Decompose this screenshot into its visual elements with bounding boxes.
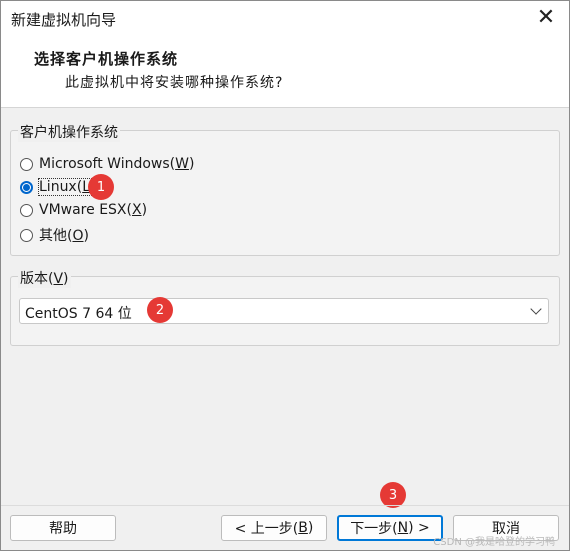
new-vm-wizard-window: 新建虚拟机向导 ✕ 选择客户机操作系统 此虚拟机中将安装哪种操作系统? 客户机操…: [0, 0, 570, 551]
version-group-label: 版本(V): [18, 268, 71, 288]
footer-divider: [1, 505, 569, 506]
annotation-marker-1: 1: [88, 174, 114, 200]
radio-microsoft-windows[interactable]: Microsoft Windows(W): [20, 156, 194, 172]
radio-button-icon[interactable]: [20, 228, 33, 242]
guest-os-group-label: 客户机操作系统: [18, 122, 120, 142]
title-bar: 新建虚拟机向导 ✕: [1, 1, 569, 35]
wizard-header: 选择客户机操作系统 此虚拟机中将安装哪种操作系统?: [1, 35, 569, 108]
radio-label: VMware ESX(X): [39, 202, 148, 218]
version-select-value: CentOS 7 64 位: [25, 306, 132, 322]
window-title: 新建虚拟机向导: [11, 11, 117, 29]
watermark: CSDN @我是哈登的学习鸭: [433, 537, 555, 548]
back-button[interactable]: < 上一步(B): [221, 515, 327, 541]
page-subtitle: 此虚拟机中将安装哪种操作系统?: [65, 75, 284, 91]
radio-button-icon[interactable]: [20, 157, 33, 171]
radio-label: Microsoft Windows(W): [39, 156, 195, 172]
chevron-down-icon[interactable]: [530, 303, 542, 315]
page-title: 选择客户机操作系统: [34, 50, 179, 68]
help-button[interactable]: 帮助: [10, 515, 116, 541]
radio-button-checked-icon[interactable]: [20, 180, 33, 194]
radio-label: Linux(L): [37, 178, 97, 196]
version-select[interactable]: CentOS 7 64 位: [19, 298, 549, 324]
annotation-marker-2: 2: [147, 297, 173, 323]
next-button[interactable]: 下一步(N) >: [337, 515, 443, 541]
radio-vmware-esx[interactable]: VMware ESX(X): [20, 202, 147, 218]
radio-linux[interactable]: Linux(L): [20, 178, 97, 196]
radio-other[interactable]: 其他(O): [20, 225, 89, 245]
close-icon[interactable]: ✕: [533, 6, 559, 30]
radio-button-icon[interactable]: [20, 203, 33, 217]
radio-label: 其他(O): [39, 228, 89, 244]
